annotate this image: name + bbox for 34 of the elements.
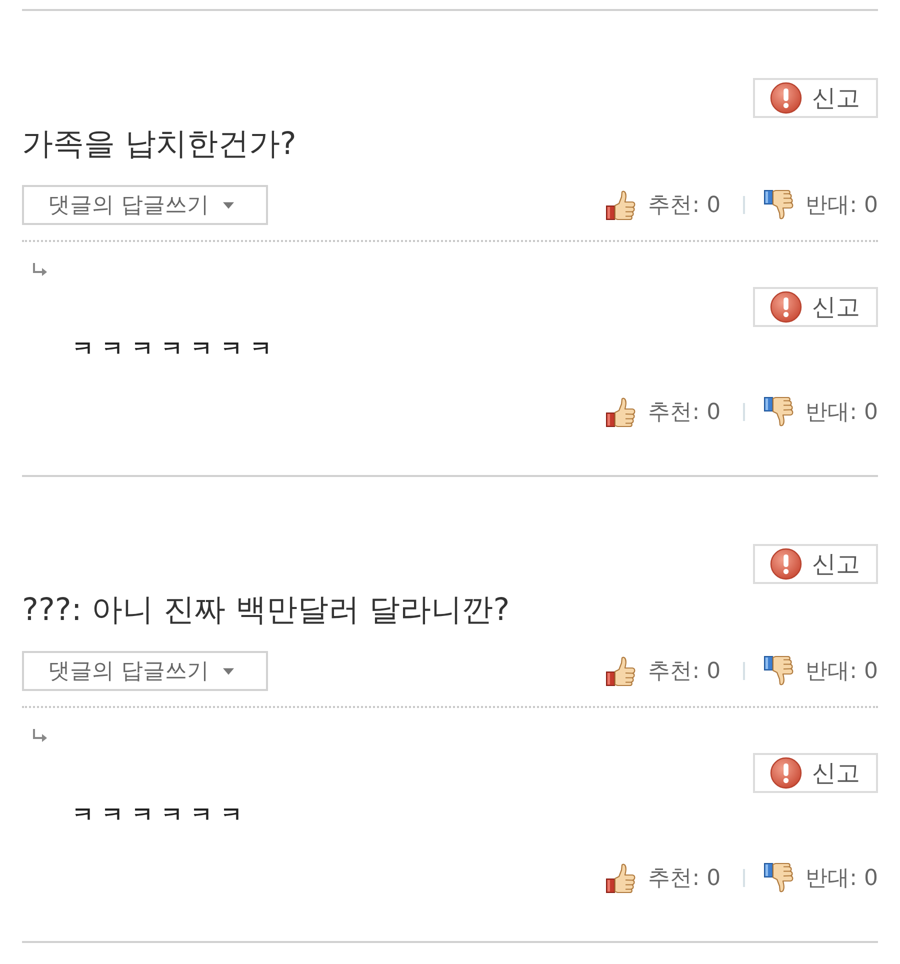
oppose-button[interactable]: 반대: 0 [764, 397, 878, 427]
warning-icon [770, 757, 802, 789]
reply-dropdown[interactable]: 댓글의 답글쓰기 [22, 651, 268, 691]
report-button[interactable]: 신고 [753, 287, 878, 327]
warning-icon [770, 291, 802, 323]
thumbs-down-icon [764, 863, 794, 893]
thumbs-down-icon [764, 656, 794, 686]
report-button[interactable]: 신고 [753, 78, 878, 118]
thumbs-down-icon [764, 190, 794, 220]
recommend-button[interactable]: 추천: 0 [606, 397, 721, 427]
report-button[interactable]: 신고 [753, 544, 878, 584]
oppose-button[interactable]: 반대: 0 [764, 863, 878, 893]
thumbs-down-icon [764, 397, 794, 427]
caret-icon [223, 668, 234, 674]
comment-text: ???: 아니 진짜 백만달러 달라니깐? [22, 591, 511, 630]
thumbs-up-icon [606, 397, 636, 427]
recommend-button[interactable]: 추천: 0 [606, 656, 721, 686]
reply-text: ㅋ ㅋ ㅋ ㅋ ㅋ ㅋ [72, 802, 244, 830]
reply-arrow-icon [32, 263, 48, 277]
warning-icon [770, 82, 802, 114]
caret-icon [223, 202, 234, 208]
recommend-button[interactable]: 추천: 0 [606, 190, 721, 220]
reply-dropdown[interactable]: 댓글의 답글쓰기 [22, 185, 268, 225]
reply-arrow-icon [32, 729, 48, 743]
oppose-button[interactable]: 반대: 0 [764, 656, 878, 686]
thumbs-up-icon [606, 863, 636, 893]
report-button[interactable]: 신고 [753, 753, 878, 793]
thumbs-up-icon [606, 190, 636, 220]
reply-text: ㅋ ㅋ ㅋ ㅋ ㅋ ㅋ ㅋ [72, 336, 273, 364]
thumbs-up-icon [606, 656, 636, 686]
recommend-button[interactable]: 추천: 0 [606, 863, 721, 893]
warning-icon [770, 548, 802, 580]
comment-text: 가족을 납치한건가? [22, 125, 298, 164]
oppose-button[interactable]: 반대: 0 [764, 190, 878, 220]
